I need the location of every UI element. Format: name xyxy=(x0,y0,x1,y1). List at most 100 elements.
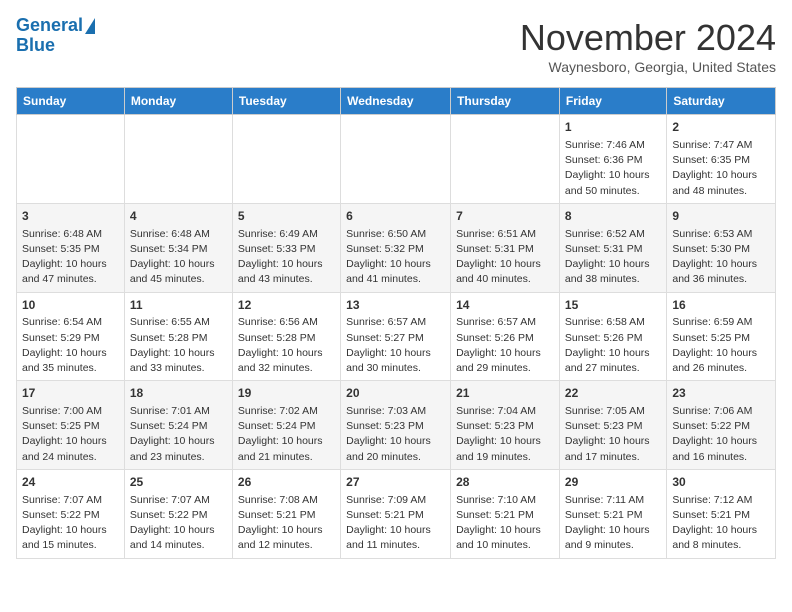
day-number: 7 xyxy=(456,208,554,225)
day-info: Sunrise: 6:51 AM Sunset: 5:31 PM Dayligh… xyxy=(456,227,554,288)
day-info: Sunrise: 7:07 AM Sunset: 5:22 PM Dayligh… xyxy=(130,493,227,554)
calendar-cell: 16Sunrise: 6:59 AM Sunset: 5:25 PM Dayli… xyxy=(667,292,776,381)
day-info: Sunrise: 7:03 AM Sunset: 5:23 PM Dayligh… xyxy=(346,404,445,465)
page-header: General Blue November 2024 Waynesboro, G… xyxy=(16,16,776,75)
logo: General Blue xyxy=(16,16,95,56)
day-info: Sunrise: 7:02 AM Sunset: 5:24 PM Dayligh… xyxy=(238,404,335,465)
day-info: Sunrise: 6:58 AM Sunset: 5:26 PM Dayligh… xyxy=(565,315,661,376)
day-info: Sunrise: 7:47 AM Sunset: 6:35 PM Dayligh… xyxy=(672,138,770,199)
day-info: Sunrise: 6:49 AM Sunset: 5:33 PM Dayligh… xyxy=(238,227,335,288)
day-info: Sunrise: 6:59 AM Sunset: 5:25 PM Dayligh… xyxy=(672,315,770,376)
day-number: 20 xyxy=(346,385,445,402)
calendar-cell: 14Sunrise: 6:57 AM Sunset: 5:26 PM Dayli… xyxy=(451,292,560,381)
title-area: November 2024 Waynesboro, Georgia, Unite… xyxy=(520,16,776,75)
day-info: Sunrise: 6:50 AM Sunset: 5:32 PM Dayligh… xyxy=(346,227,445,288)
day-info: Sunrise: 7:05 AM Sunset: 5:23 PM Dayligh… xyxy=(565,404,661,465)
calendar-cell: 8 Sunrise: 6:52 AM Sunset: 5:31 PM Daylig… xyxy=(559,203,666,292)
day-info: Sunrise: 6:57 AM Sunset: 5:27 PM Dayligh… xyxy=(346,315,445,376)
day-number: 13 xyxy=(346,297,445,314)
day-info: Sunrise: 7:10 AM Sunset: 5:21 PM Dayligh… xyxy=(456,493,554,554)
calendar-cell: 19 Sunrise: 7:02 AM Sunset: 5:24 PM Dayli… xyxy=(232,381,340,470)
col-header-wednesday: Wednesday xyxy=(341,88,451,115)
day-info: Sunrise: 7:04 AM Sunset: 5:23 PM Dayligh… xyxy=(456,404,554,465)
day-number: 9 xyxy=(672,208,770,225)
day-info: Sunrise: 7:07 AM Sunset: 5:22 PM Dayligh… xyxy=(22,493,119,554)
day-number: 2 xyxy=(672,119,770,136)
calendar-cell: 5 Sunrise: 6:49 AM Sunset: 5:33 PM Daylig… xyxy=(232,203,340,292)
calendar-week-1: 1Sunrise: 7:46 AM Sunset: 6:36 PM Daylig… xyxy=(17,115,776,204)
calendar-cell: 28 Sunrise: 7:10 AM Sunset: 5:21 PM Dayli… xyxy=(451,469,560,558)
day-number: 12 xyxy=(238,297,335,314)
calendar-week-4: 17Sunrise: 7:00 AM Sunset: 5:25 PM Dayli… xyxy=(17,381,776,470)
day-number: 15 xyxy=(565,297,661,314)
day-number: 26 xyxy=(238,474,335,491)
calendar-cell: 11Sunrise: 6:55 AM Sunset: 5:28 PM Dayli… xyxy=(124,292,232,381)
logo-blue-text: Blue xyxy=(16,36,55,56)
day-info: Sunrise: 6:55 AM Sunset: 5:28 PM Dayligh… xyxy=(130,315,227,376)
calendar-cell xyxy=(232,115,340,204)
calendar-cell: 4 Sunrise: 6:48 AM Sunset: 5:34 PM Daylig… xyxy=(124,203,232,292)
calendar-cell: 21 Sunrise: 7:04 AM Sunset: 5:23 PM Dayli… xyxy=(451,381,560,470)
day-number: 17 xyxy=(22,385,119,402)
day-info: Sunrise: 6:53 AM Sunset: 5:30 PM Dayligh… xyxy=(672,227,770,288)
day-number: 22 xyxy=(565,385,661,402)
calendar-cell: 2 Sunrise: 7:47 AM Sunset: 6:35 PM Daylig… xyxy=(667,115,776,204)
calendar-cell xyxy=(17,115,125,204)
calendar-cell: 3Sunrise: 6:48 AM Sunset: 5:35 PM Daylig… xyxy=(17,203,125,292)
day-number: 4 xyxy=(130,208,227,225)
day-number: 27 xyxy=(346,474,445,491)
calendar-cell: 23 Sunrise: 7:06 AM Sunset: 5:22 PM Dayli… xyxy=(667,381,776,470)
day-number: 28 xyxy=(456,474,554,491)
month-title: November 2024 xyxy=(520,16,776,59)
day-info: Sunrise: 6:56 AM Sunset: 5:28 PM Dayligh… xyxy=(238,315,335,376)
day-info: Sunrise: 7:06 AM Sunset: 5:22 PM Dayligh… xyxy=(672,404,770,465)
calendar-cell: 30Sunrise: 7:12 AM Sunset: 5:21 PM Dayli… xyxy=(667,469,776,558)
calendar-cell: 20 Sunrise: 7:03 AM Sunset: 5:23 PM Dayli… xyxy=(341,381,451,470)
day-info: Sunrise: 6:52 AM Sunset: 5:31 PM Dayligh… xyxy=(565,227,661,288)
calendar-cell: 1Sunrise: 7:46 AM Sunset: 6:36 PM Daylig… xyxy=(559,115,666,204)
calendar-cell: 25 Sunrise: 7:07 AM Sunset: 5:22 PM Dayli… xyxy=(124,469,232,558)
calendar-cell: 29 Sunrise: 7:11 AM Sunset: 5:21 PM Dayli… xyxy=(559,469,666,558)
col-header-monday: Monday xyxy=(124,88,232,115)
calendar-cell: 7 Sunrise: 6:51 AM Sunset: 5:31 PM Daylig… xyxy=(451,203,560,292)
day-number: 24 xyxy=(22,474,119,491)
day-number: 21 xyxy=(456,385,554,402)
day-info: Sunrise: 6:54 AM Sunset: 5:29 PM Dayligh… xyxy=(22,315,119,376)
logo-text: General xyxy=(16,16,83,36)
logo-triangle-icon xyxy=(85,18,95,34)
day-info: Sunrise: 7:11 AM Sunset: 5:21 PM Dayligh… xyxy=(565,493,661,554)
calendar-cell: 27 Sunrise: 7:09 AM Sunset: 5:21 PM Dayli… xyxy=(341,469,451,558)
calendar-week-3: 10Sunrise: 6:54 AM Sunset: 5:29 PM Dayli… xyxy=(17,292,776,381)
calendar-cell xyxy=(124,115,232,204)
day-info: Sunrise: 7:46 AM Sunset: 6:36 PM Dayligh… xyxy=(565,138,661,199)
day-number: 29 xyxy=(565,474,661,491)
day-info: Sunrise: 7:08 AM Sunset: 5:21 PM Dayligh… xyxy=(238,493,335,554)
day-info: Sunrise: 6:48 AM Sunset: 5:34 PM Dayligh… xyxy=(130,227,227,288)
day-number: 23 xyxy=(672,385,770,402)
day-info: Sunrise: 7:01 AM Sunset: 5:24 PM Dayligh… xyxy=(130,404,227,465)
col-header-saturday: Saturday xyxy=(667,88,776,115)
day-number: 5 xyxy=(238,208,335,225)
day-number: 18 xyxy=(130,385,227,402)
calendar-header-row: SundayMondayTuesdayWednesdayThursdayFrid… xyxy=(17,88,776,115)
calendar-week-2: 3Sunrise: 6:48 AM Sunset: 5:35 PM Daylig… xyxy=(17,203,776,292)
calendar-cell: 18 Sunrise: 7:01 AM Sunset: 5:24 PM Dayli… xyxy=(124,381,232,470)
calendar-cell: 24 Sunrise: 7:07 AM Sunset: 5:22 PM Dayli… xyxy=(17,469,125,558)
calendar-week-5: 24 Sunrise: 7:07 AM Sunset: 5:22 PM Dayli… xyxy=(17,469,776,558)
calendar-cell: 15Sunrise: 6:58 AM Sunset: 5:26 PM Dayli… xyxy=(559,292,666,381)
calendar-cell xyxy=(451,115,560,204)
calendar-cell: 17Sunrise: 7:00 AM Sunset: 5:25 PM Dayli… xyxy=(17,381,125,470)
calendar-table: SundayMondayTuesdayWednesdayThursdayFrid… xyxy=(16,87,776,558)
day-number: 8 xyxy=(565,208,661,225)
calendar-cell: 6 Sunrise: 6:50 AM Sunset: 5:32 PM Daylig… xyxy=(341,203,451,292)
calendar-cell: 12Sunrise: 6:56 AM Sunset: 5:28 PM Dayli… xyxy=(232,292,340,381)
calendar-cell xyxy=(341,115,451,204)
day-number: 14 xyxy=(456,297,554,314)
col-header-thursday: Thursday xyxy=(451,88,560,115)
col-header-sunday: Sunday xyxy=(17,88,125,115)
day-number: 6 xyxy=(346,208,445,225)
col-header-friday: Friday xyxy=(559,88,666,115)
day-number: 19 xyxy=(238,385,335,402)
day-info: Sunrise: 7:09 AM Sunset: 5:21 PM Dayligh… xyxy=(346,493,445,554)
day-number: 25 xyxy=(130,474,227,491)
